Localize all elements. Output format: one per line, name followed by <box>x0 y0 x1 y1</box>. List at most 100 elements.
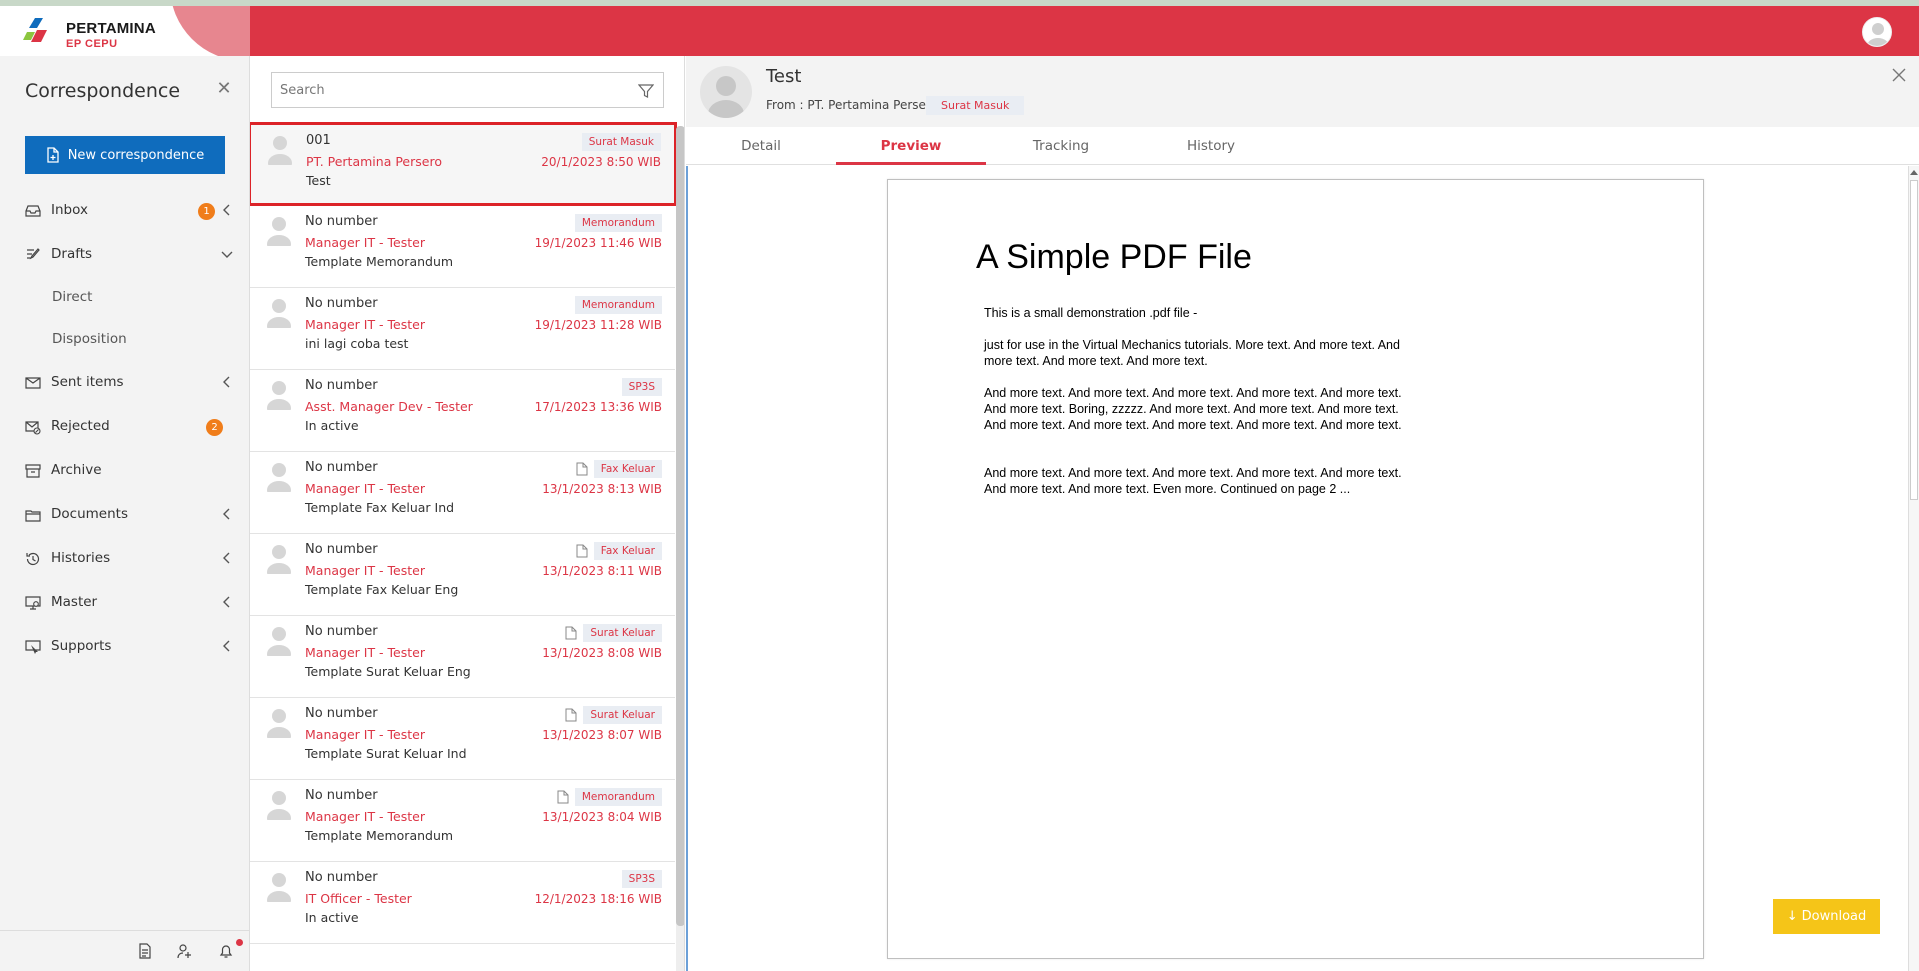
sidebar-item-supports[interactable]: Supports <box>0 632 249 662</box>
sidebar-item-archive[interactable]: Archive <box>0 456 249 486</box>
tab-detail[interactable]: Detail <box>686 127 836 165</box>
item-date: 13/1/2023 8:07 WIB <box>542 728 662 742</box>
item-subject: ini lagi coba test <box>305 336 409 351</box>
sidebar-item-documents[interactable]: Documents <box>0 500 249 530</box>
item-type-badge: Fax Keluar <box>593 542 662 560</box>
item-subject: Template Memorandum <box>305 254 454 269</box>
item-date: 12/1/2023 18:16 WIB <box>534 892 662 906</box>
user-icon <box>267 709 291 738</box>
sidebar-footer <box>0 930 249 971</box>
new-correspondence-label: New correspondence <box>67 147 205 163</box>
user-icon <box>1867 23 1889 46</box>
tab-preview[interactable]: Preview <box>836 127 986 165</box>
item-subject: In active <box>305 910 359 925</box>
document-icon[interactable] <box>137 943 153 959</box>
item-subject: Template Memorandum <box>305 828 454 843</box>
list-item[interactable]: No number Manager IT - Tester ini lagi cob… <box>250 288 675 370</box>
close-icon[interactable]: ✕ <box>215 80 233 98</box>
list-item[interactable]: No number Manager IT - Tester Template Mem… <box>250 780 675 862</box>
list-item[interactable]: No number Asst. Manager Dev - Tester In ac… <box>250 370 675 452</box>
list-item[interactable]: No number Manager IT - Tester Template Fax… <box>250 452 675 534</box>
detail-type-badge: Surat Masuk <box>926 96 1025 115</box>
sidebar-item-sent-items[interactable]: Sent items <box>0 368 249 398</box>
item-number: No number <box>305 624 378 639</box>
user-icon <box>267 299 291 328</box>
tab-tracking[interactable]: Tracking <box>986 127 1136 165</box>
attachment-icon <box>565 626 577 640</box>
sidebar-item-label: Rejected <box>51 418 110 434</box>
brand-logo[interactable]: PERTAMINA EP CEPU <box>0 6 250 56</box>
sidebar-item-label: Master <box>51 594 98 610</box>
sidebar-title: Correspondence <box>25 80 181 102</box>
close-icon[interactable] <box>1889 65 1909 85</box>
user-settings-icon[interactable] <box>177 943 193 959</box>
new-document-icon <box>47 147 59 163</box>
item-sender: Manager IT - Tester <box>305 645 425 660</box>
download-button[interactable]: ↓ Download <box>1773 899 1880 934</box>
item-number: No number <box>305 788 378 803</box>
item-sender: Manager IT - Tester <box>305 481 425 496</box>
sidebar-item-histories[interactable]: Histories <box>0 544 249 574</box>
sidebar-item-label: Histories <box>51 550 111 566</box>
bell-icon[interactable] <box>218 943 234 959</box>
pdf-viewer-scrollbar[interactable] <box>1908 166 1919 971</box>
list-item[interactable]: No number Manager IT - Tester Template Fax… <box>250 534 675 616</box>
attachment-icon <box>565 708 577 722</box>
pdf-paragraph: This is a small demonstration .pdf file … <box>984 306 1198 320</box>
sidebar-item-inbox[interactable]: Inbox 1 <box>0 196 249 226</box>
pdf-viewer-scroll-thumb[interactable] <box>1910 180 1918 500</box>
item-sender: Asst. Manager Dev - Tester <box>305 399 473 414</box>
chevron-left-icon <box>223 376 230 388</box>
list-item[interactable]: No number Manager IT - Tester Template Mem… <box>250 206 675 288</box>
filter-icon[interactable] <box>638 83 654 99</box>
list-item[interactable]: No number Manager IT - Tester Template Sur… <box>250 698 675 780</box>
user-icon <box>267 463 291 492</box>
item-number: No number <box>305 460 378 475</box>
sidebar-item-label: Disposition <box>52 331 127 347</box>
notification-dot <box>236 939 243 946</box>
sidebar-item-drafts[interactable]: Drafts <box>0 240 249 270</box>
user-icon <box>268 136 292 165</box>
sent-icon <box>25 377 41 389</box>
pdf-paragraph: just for use in the Virtual Mechanics tu… <box>984 338 1400 368</box>
user-icon <box>267 217 291 246</box>
pdf-page: A Simple PDF File This is a small demons… <box>887 179 1704 959</box>
item-type-badge: SP3S <box>621 870 662 888</box>
pdf-title: A Simple PDF File <box>976 238 1252 276</box>
list-item[interactable]: 001 PT. Pertamina Persero Test Surat Masuk 2… <box>250 122 677 206</box>
sidebar-item-disposition[interactable]: Disposition <box>0 325 249 355</box>
brand-sub: EP CEPU <box>66 38 118 50</box>
download-icon: ↓ <box>1786 909 1798 924</box>
item-date: 13/1/2023 8:11 WIB <box>542 564 662 578</box>
user-icon <box>267 791 291 820</box>
list-scrollbar-thumb[interactable] <box>676 126 684 926</box>
rejected-icon <box>25 421 41 435</box>
rejected-count-badge: 2 <box>206 419 223 436</box>
user-icon <box>267 381 291 410</box>
item-date: 20/1/2023 8:50 WIB <box>541 155 661 169</box>
scroll-up-arrow-icon[interactable] <box>1910 170 1918 175</box>
sidebar-item-label: Direct <box>52 289 93 305</box>
item-sender: Manager IT - Tester <box>305 563 425 578</box>
user-icon <box>267 873 291 902</box>
chevron-left-icon <box>223 596 230 608</box>
sidebar-item-direct[interactable]: Direct <box>0 283 249 313</box>
list-item[interactable]: No number IT Officer - Tester In active SP3… <box>250 862 675 944</box>
search-input[interactable] <box>272 73 622 107</box>
chevron-down-icon <box>221 251 233 258</box>
attachment-icon <box>557 790 569 804</box>
sidebar-item-label: Drafts <box>51 246 93 262</box>
item-number: No number <box>305 296 378 311</box>
tab-history[interactable]: History <box>1136 127 1286 165</box>
new-correspondence-button[interactable]: New correspondence <box>25 136 225 174</box>
sidebar-item-master[interactable]: Master <box>0 588 249 618</box>
app-header: PERTAMINA EP CEPU <box>0 6 1919 56</box>
list-item[interactable]: No number Manager IT - Tester Template Sur… <box>250 616 675 698</box>
sidebar-item-rejected[interactable]: Rejected 2 <box>0 412 249 442</box>
detail-title: Test <box>766 66 802 87</box>
item-number: No number <box>305 214 378 229</box>
detail-header: Test From : PT. Pertamina Persero Surat … <box>686 56 1919 127</box>
item-type-badge: SP3S <box>621 378 662 396</box>
sidebar-item-label: Sent items <box>51 374 124 390</box>
user-avatar[interactable] <box>1862 17 1892 47</box>
